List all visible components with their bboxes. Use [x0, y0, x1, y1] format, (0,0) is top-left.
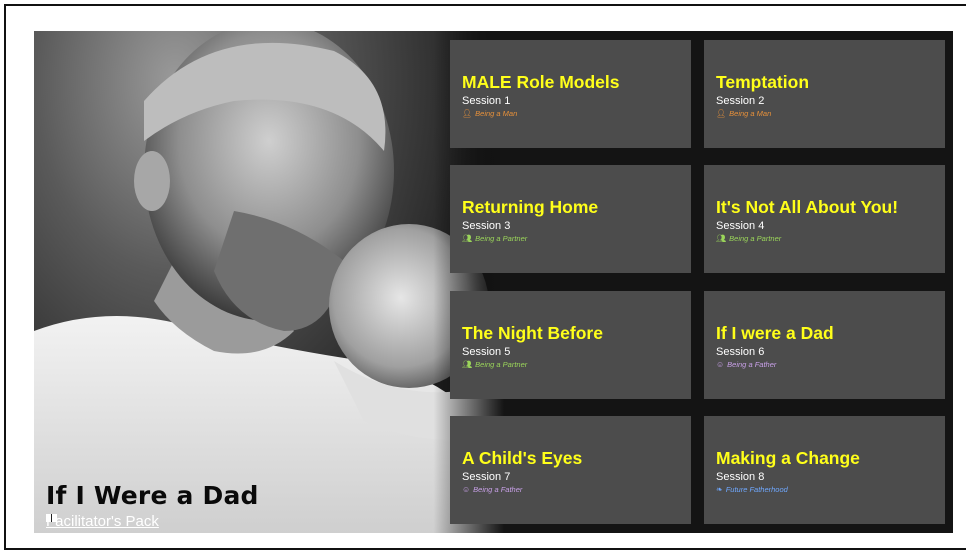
session-tag-label: Being a Man: [729, 109, 772, 118]
session-tag-label: Being a Father: [473, 485, 523, 494]
footprint-icon: ❧: [716, 485, 723, 494]
session-number: Session 4: [716, 220, 765, 232]
session-number: Session 8: [716, 471, 765, 483]
session-card-1[interactable]: MALE Role Models Session 1 👤︎ Being a Man: [450, 40, 691, 148]
facilitators-pack-label[interactable]: Facilitator's Pack: [46, 513, 159, 530]
session-tag: ☺ Being a Father: [716, 360, 776, 369]
session-title[interactable]: Making a Change: [716, 448, 860, 469]
session-tag: 👥︎ Being a Partner: [462, 234, 527, 243]
session-card-7[interactable]: A Child's Eyes Session 7 ☺ Being a Father: [450, 416, 691, 524]
session-tag: 👥︎ Being a Partner: [462, 360, 527, 369]
father-and-baby-image: [34, 31, 504, 533]
couple-icon: 👥︎: [462, 234, 473, 243]
book-icon: [46, 514, 57, 522]
session-tag: ☺ Being a Father: [462, 485, 522, 494]
session-tag-label: Future Fatherhood: [725, 485, 788, 494]
session-card-2[interactable]: Temptation Session 2 👤︎ Being a Man: [704, 40, 945, 148]
session-number: Session 3: [462, 220, 511, 232]
session-tag-label: Being a Father: [727, 360, 777, 369]
couple-icon: 👥︎: [716, 234, 727, 243]
session-number: Session 1: [462, 95, 511, 107]
session-number: Session 7: [462, 471, 511, 483]
session-title[interactable]: A Child's Eyes: [462, 448, 582, 469]
session-card-5[interactable]: The Night Before Session 5 👥︎ Being a Par…: [450, 291, 691, 399]
session-tag-label: Being a Partner: [475, 234, 528, 243]
hero-banner: If I Were a Dad Facilitator's Pack MALE …: [34, 31, 953, 533]
session-tag: 👤︎ Being a Man: [462, 109, 517, 118]
session-card-4[interactable]: It's Not All About You! Session 4 👥︎ Bein…: [704, 165, 945, 273]
session-tag-label: Being a Partner: [729, 234, 782, 243]
session-title[interactable]: Temptation: [716, 72, 809, 93]
session-number: Session 6: [716, 346, 765, 358]
man-icon: 👤︎: [462, 109, 473, 118]
session-title[interactable]: If I were a Dad: [716, 323, 834, 344]
session-number: Session 5: [462, 346, 511, 358]
session-tag: ❧ Future Fatherhood: [716, 485, 788, 494]
session-card-6[interactable]: If I were a Dad Session 6 ☺ Being a Fathe…: [704, 291, 945, 399]
session-title[interactable]: MALE Role Models: [462, 72, 620, 93]
session-tag: 👤︎ Being a Man: [716, 109, 771, 118]
page-title: If I Were a Dad: [46, 481, 259, 510]
session-title[interactable]: The Night Before: [462, 323, 603, 344]
couple-icon: 👥︎: [462, 360, 473, 369]
baby-icon: ☺: [716, 360, 725, 369]
session-title[interactable]: Returning Home: [462, 197, 598, 218]
facilitators-pack-link[interactable]: Facilitator's Pack: [46, 513, 159, 530]
session-card-3[interactable]: Returning Home Session 3 👥︎ Being a Partn…: [450, 165, 691, 273]
session-card-8[interactable]: Making a Change Session 8 ❧ Future Father…: [704, 416, 945, 524]
man-icon: 👤︎: [716, 109, 727, 118]
session-number: Session 2: [716, 95, 765, 107]
session-tag-label: Being a Man: [475, 109, 518, 118]
baby-icon: ☺: [462, 485, 471, 494]
session-tag: 👥︎ Being a Partner: [716, 234, 781, 243]
hero-photo: If I Were a Dad Facilitator's Pack: [34, 31, 504, 533]
session-title[interactable]: It's Not All About You!: [716, 197, 898, 218]
session-tag-label: Being a Partner: [475, 360, 528, 369]
